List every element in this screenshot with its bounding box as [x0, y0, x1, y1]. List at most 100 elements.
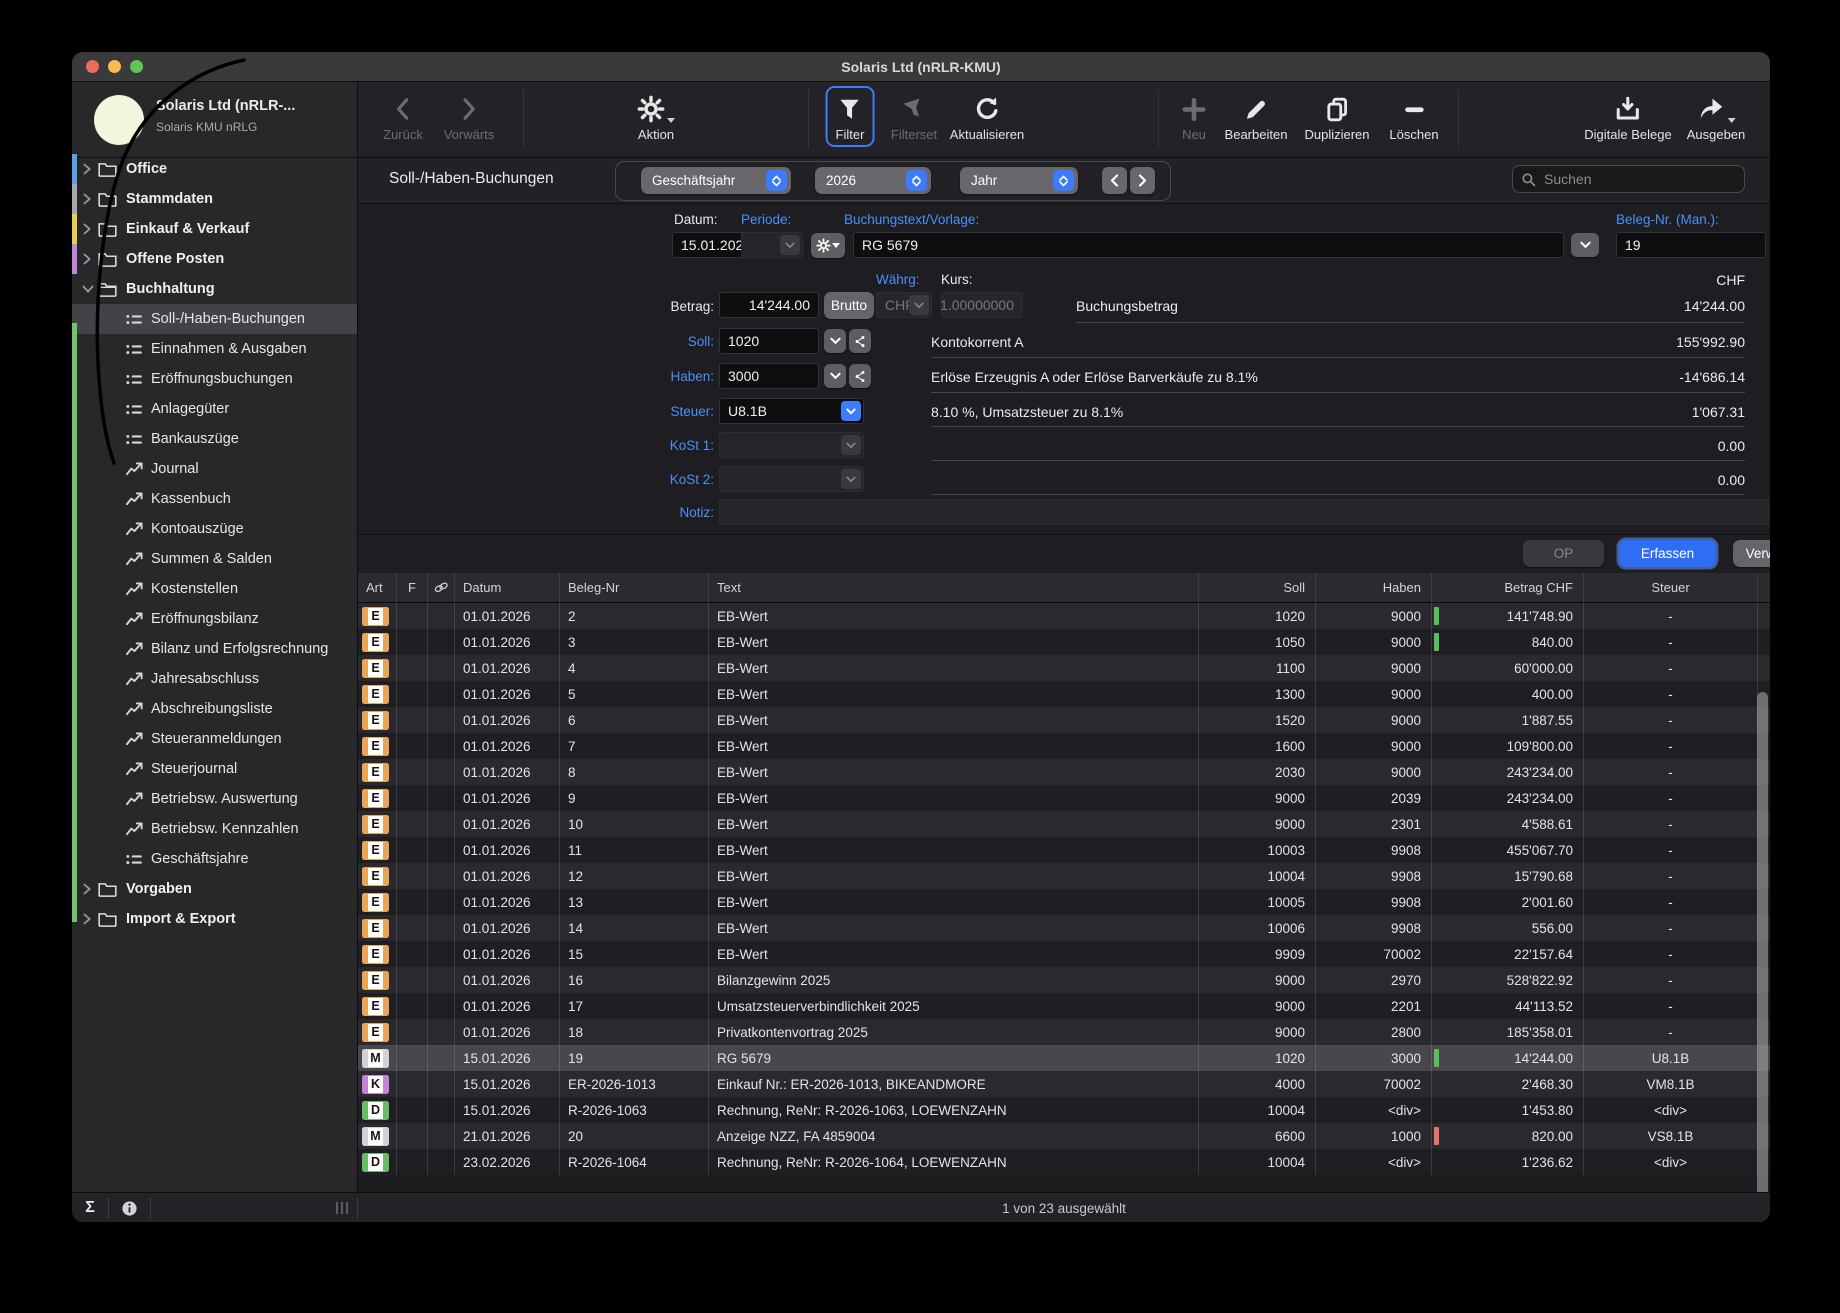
sidebar-item-kostenstellen[interactable]: Kostenstellen: [72, 574, 357, 604]
table-row[interactable]: E01.01.20262EB-Wert10209000141'748.90-: [358, 603, 1770, 629]
sidebar-item-einnahmen-ausgaben[interactable]: Einnahmen & Ausgaben: [72, 334, 357, 364]
table-row[interactable]: D23.02.2026R-2026-1064Rechnung, ReNr: R-…: [358, 1149, 1770, 1175]
chevron-right-icon[interactable]: [82, 253, 94, 265]
sidebar-item-eröffnungsbilanz[interactable]: Eröffnungsbilanz: [72, 604, 357, 634]
sidebar-account-header[interactable]: Solaris Ltd (nRLR-... Solaris KMU nRLG: [72, 82, 357, 158]
table-row[interactable]: E01.01.20265EB-Wert13009000400.00-: [358, 681, 1770, 707]
sidebar-item-kontoauszüge[interactable]: Kontoauszüge: [72, 514, 357, 544]
column-header-art[interactable]: Art: [358, 573, 397, 602]
sidebar-item-summen-salden[interactable]: Summen & Salden: [72, 544, 357, 574]
column-header-steuer[interactable]: Steuer: [1584, 573, 1758, 602]
sidebar-item-anlagegüter[interactable]: Anlagegüter: [72, 394, 357, 424]
column-header-beleg[interactable]: Beleg-Nr: [560, 573, 709, 602]
note-field[interactable]: [719, 499, 1770, 525]
column-header-soll[interactable]: Soll: [1199, 573, 1316, 602]
template-gear-button[interactable]: [811, 233, 845, 258]
sidebar-item-soll-haben-buchungen[interactable]: Soll-/Haben-Buchungen: [72, 304, 357, 334]
column-header-betrag[interactable]: Betrag CHF: [1432, 573, 1584, 602]
year-select[interactable]: 2026: [815, 167, 931, 194]
table-row[interactable]: K15.01.2026ER-2026-1013Einkauf Nr.: ER-2…: [358, 1071, 1770, 1097]
chevron-right-icon[interactable]: [82, 163, 94, 175]
resize-handle[interactable]: [336, 1202, 348, 1214]
table-row[interactable]: E01.01.202615EB-Wert99097000222'157.64-: [358, 941, 1770, 967]
chevron-down-icon[interactable]: [82, 284, 94, 294]
digital-receipts-button[interactable]: Digitale Belege: [1584, 89, 1671, 142]
action-button[interactable]: Aktion: [637, 89, 675, 142]
chevron-down-icon[interactable]: [909, 295, 929, 315]
discard-button[interactable]: Verwerfen: [1733, 540, 1770, 567]
booking-text-dropdown-button[interactable]: [1571, 233, 1599, 257]
chevron-down-icon[interactable]: [841, 401, 861, 421]
chevron-right-icon[interactable]: [82, 223, 94, 235]
stepper-icon[interactable]: [766, 170, 787, 191]
sum-button[interactable]: Σ: [72, 1193, 108, 1222]
sidebar-folder-buchhaltung[interactable]: Buchhaltung: [72, 274, 357, 304]
stepper-icon[interactable]: [906, 170, 927, 191]
back-button[interactable]: Zurück: [383, 89, 423, 142]
chevron-down-icon[interactable]: [841, 435, 861, 455]
delete-button[interactable]: Löschen: [1389, 89, 1438, 142]
table-row[interactable]: E01.01.20267EB-Wert16009000109'800.00-: [358, 733, 1770, 759]
filter-button[interactable]: Filter: [826, 86, 875, 147]
previous-period-button[interactable]: [1102, 167, 1127, 194]
table-row[interactable]: E01.01.20268EB-Wert20309000243'234.00-: [358, 759, 1770, 785]
table-row[interactable]: D15.01.2026R-2026-1063Rechnung, ReNr: R-…: [358, 1097, 1770, 1123]
sidebar-folder-einkauf-verkauf[interactable]: Einkauf & Verkauf: [72, 214, 357, 244]
period-type-select[interactable]: Geschäftsjahr: [641, 167, 791, 194]
credit-dropdown-button[interactable]: [824, 364, 846, 388]
rate-field[interactable]: 1.00000000: [941, 292, 1023, 318]
refresh-button[interactable]: Aktualisieren: [950, 89, 1024, 142]
debit-share-button[interactable]: [849, 329, 871, 353]
chevron-right-icon[interactable]: [82, 913, 94, 925]
search-input[interactable]: [1542, 170, 1712, 188]
minimize-window-button[interactable]: [108, 60, 121, 73]
sidebar-item-abschreibungsliste[interactable]: Abschreibungsliste: [72, 694, 357, 724]
booking-text-field[interactable]: RG 5679: [853, 232, 1564, 258]
sidebar-folder-vorgaben[interactable]: Vorgaben: [72, 874, 357, 904]
zoom-window-button[interactable]: [130, 60, 143, 73]
export-button[interactable]: Ausgeben: [1687, 89, 1746, 142]
debit-dropdown-button[interactable]: [824, 329, 846, 353]
sidebar-item-steuerjournal[interactable]: Steuerjournal: [72, 754, 357, 784]
link-icon[interactable]: [428, 573, 455, 602]
sidebar-item-jahresabschluss[interactable]: Jahresabschluss: [72, 664, 357, 694]
debit-field[interactable]: 1020: [719, 328, 819, 354]
receipt-no-field[interactable]: 19: [1616, 232, 1766, 258]
cost-center1-field[interactable]: [719, 432, 864, 458]
search-field[interactable]: [1512, 165, 1745, 193]
title-bar[interactable]: Solaris Ltd (nRLR-KMU): [72, 52, 1770, 82]
sidebar-item-bilanz-und-erfolgsrechnung[interactable]: Bilanz und Erfolgsrechnung: [72, 634, 357, 664]
table-row[interactable]: E01.01.202616Bilanzgewinn 20259000297052…: [358, 967, 1770, 993]
cost-center2-field[interactable]: [719, 466, 864, 492]
forward-button[interactable]: Vorwärts: [444, 89, 495, 142]
sidebar-folder-import-export[interactable]: Import & Export: [72, 904, 357, 934]
op-button[interactable]: OP: [1523, 540, 1604, 567]
column-header-datum[interactable]: Datum: [455, 573, 560, 602]
sidebar-item-steueranmeldungen[interactable]: Steueranmeldungen: [72, 724, 357, 754]
next-period-button[interactable]: [1130, 167, 1155, 194]
table-row[interactable]: E01.01.20263EB-Wert10509000840.00-: [358, 629, 1770, 655]
amount-field[interactable]: 14'244.00: [719, 292, 819, 318]
table-row[interactable]: E01.01.20269EB-Wert90002039243'234.00-: [358, 785, 1770, 811]
table-row[interactable]: E01.01.202614EB-Wert100069908556.00-: [358, 915, 1770, 941]
table-row[interactable]: E01.01.202610EB-Wert900023014'588.61-: [358, 811, 1770, 837]
table-row[interactable]: E01.01.202612EB-Wert10004990815'790.68-: [358, 863, 1770, 889]
sidebar-folder-office[interactable]: Office: [72, 154, 357, 184]
table-row[interactable]: E01.01.202611EB-Wert100039908455'067.70-: [358, 837, 1770, 863]
info-button[interactable]: [109, 1193, 150, 1222]
table-row[interactable]: M21.01.202620Anzeige NZZ, FA 48590046600…: [358, 1123, 1770, 1149]
sidebar-folder-stammdaten[interactable]: Stammdaten: [72, 184, 357, 214]
credit-share-button[interactable]: [849, 364, 871, 388]
chevron-down-icon[interactable]: [780, 235, 800, 255]
table-row[interactable]: E01.01.202617Umsatzsteuerverbindlichkeit…: [358, 993, 1770, 1019]
chevron-right-icon[interactable]: [82, 193, 94, 205]
currency-field[interactable]: CHF: [876, 292, 932, 318]
close-window-button[interactable]: [86, 60, 99, 73]
sidebar-item-geschäftsjahre[interactable]: Geschäftsjahre: [72, 844, 357, 874]
period-field[interactable]: [741, 232, 803, 258]
table-row[interactable]: E01.01.20266EB-Wert152090001'887.55-: [358, 707, 1770, 733]
sidebar-folder-offene-posten[interactable]: Offene Posten: [72, 244, 357, 274]
table-row[interactable]: E01.01.20264EB-Wert1100900060'000.00-: [358, 655, 1770, 681]
table-row[interactable]: M15.01.202619RG 56791020300014'244.00U8.…: [358, 1045, 1770, 1071]
table-row[interactable]: E01.01.202618Privatkontenvortrag 2025900…: [358, 1019, 1770, 1045]
